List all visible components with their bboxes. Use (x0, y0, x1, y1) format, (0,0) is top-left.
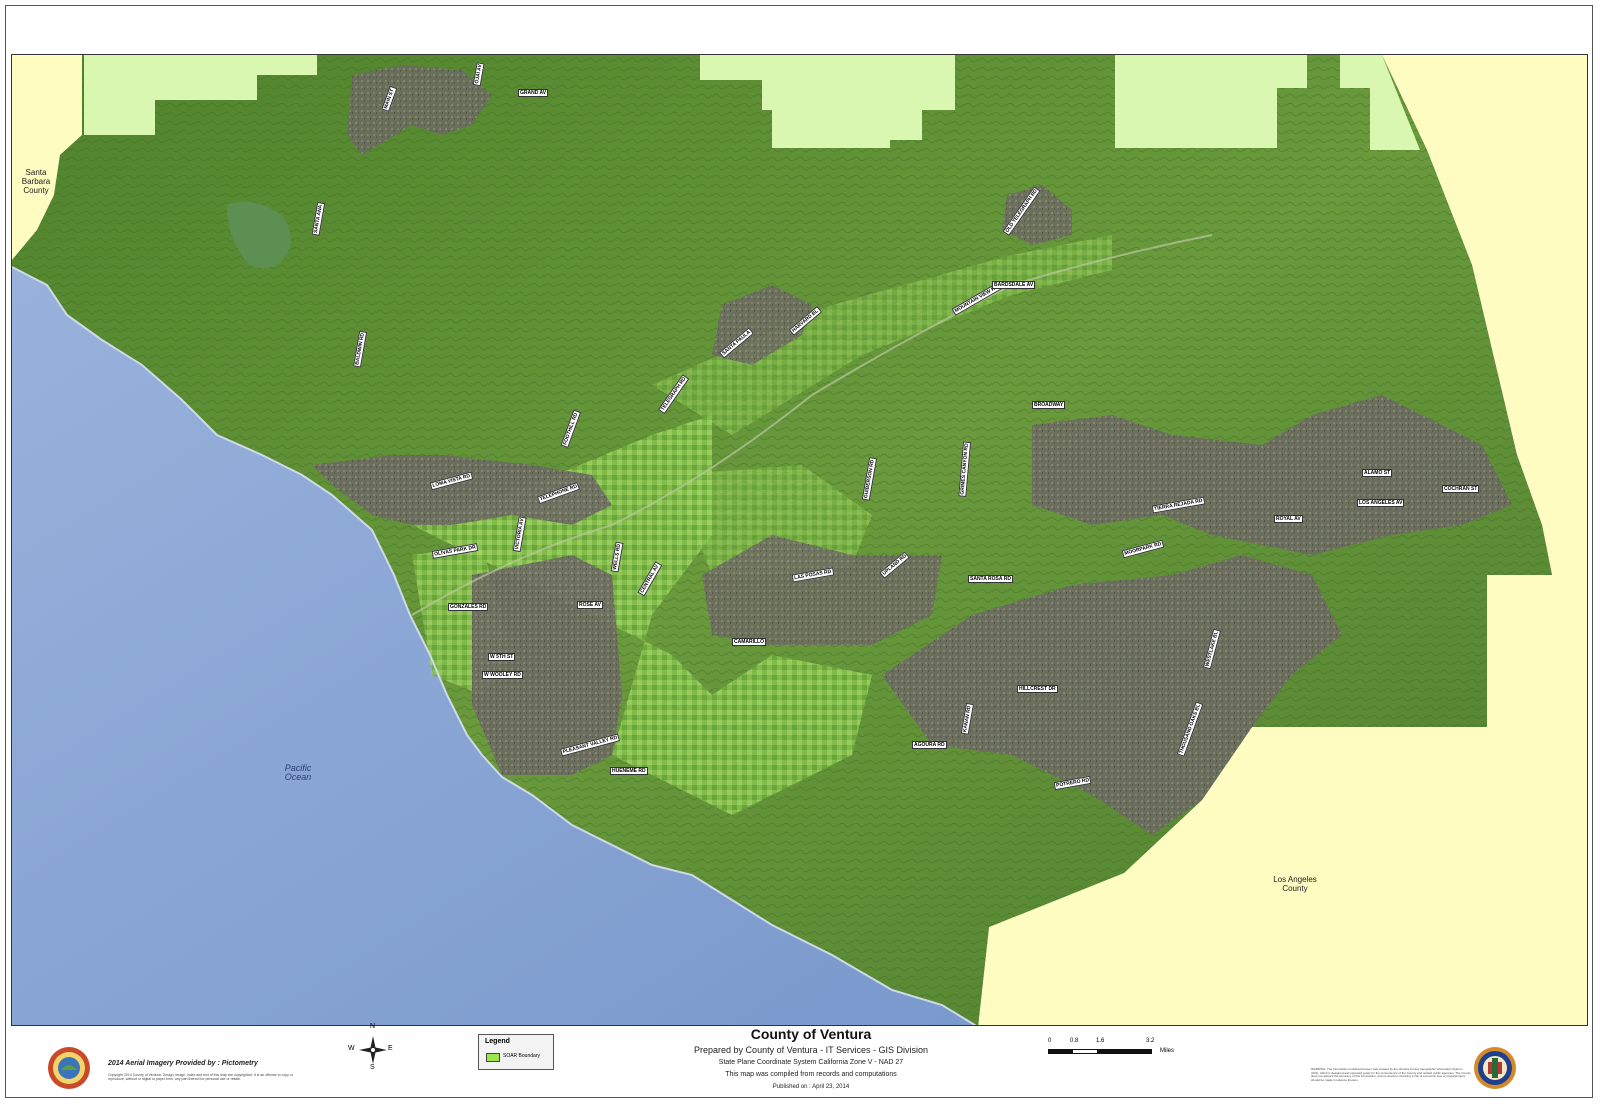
scale-unit: Miles (1160, 1048, 1175, 1054)
road-label: ROSE AV (577, 601, 603, 609)
road-label: COCHRAN ST (1442, 485, 1480, 493)
road-label: W WOOLEY RD (482, 671, 523, 679)
compass-east: E (388, 1045, 393, 1052)
prepared-by: Prepared by County of Ventura - IT Servi… (694, 1045, 928, 1055)
road-label: SANTA ROSA RD (968, 575, 1013, 583)
warning-text: WARNING: The information contained hereo… (1311, 1067, 1471, 1082)
county-seal-icon (1474, 1047, 1516, 1089)
road-label: BARDSDALE AV (992, 281, 1036, 289)
compass-rose-icon (359, 1036, 387, 1064)
road-label: LOS ANGELES AV (1357, 499, 1405, 507)
projection: State Plane Coordinate System California… (718, 1059, 904, 1066)
map-footer: 2014 Aerial Imagery Provided by : Pictom… (11, 1023, 1588, 1098)
road-label: ALAMO ST (1362, 469, 1393, 477)
compass-north: N (370, 1023, 376, 1030)
scale-label: 3.2 (1146, 1038, 1155, 1044)
gis-logo-icon (48, 1047, 90, 1089)
scale-label: 1.6 (1096, 1038, 1105, 1044)
soar-swatch (486, 1053, 500, 1062)
map-graphic (12, 55, 1587, 1025)
published-date: Published on : April 23, 2014 (772, 1084, 850, 1090)
compiled-note: This map was compiled from records and c… (725, 1071, 897, 1078)
road-label: HILLCREST DR (1017, 685, 1058, 693)
los-angeles-county-label: Los Angeles County (1273, 875, 1317, 893)
copyright-text: Copyright 2014 County of Ventura. Design… (108, 1073, 293, 1081)
road-label: HUENEME RD (610, 767, 648, 775)
road-label: GRAND AV (518, 89, 549, 97)
legend-box: Legend SOAR Boundary (478, 1034, 554, 1070)
scale-bar: 0 0.8 1.6 3.2 Miles (1048, 1038, 1198, 1068)
road-label: CAMARILLO (732, 638, 766, 646)
road-label: AGOURA RD (912, 741, 947, 749)
scale-label: 0.8 (1070, 1038, 1079, 1044)
legend-label: SOAR Boundary (503, 1053, 540, 1059)
compass-south: S (370, 1064, 375, 1071)
road-label: W 5TH ST (488, 653, 516, 661)
santa-barbara-county-label: Santa Barbara County (21, 168, 51, 195)
pacific-ocean-label: Pacific Ocean (284, 763, 312, 782)
road-label: ROYAL AV (1274, 515, 1303, 523)
imagery-credit: 2014 Aerial Imagery Provided by : Pictom… (108, 1060, 258, 1067)
road-label: BROADWAY (1032, 401, 1066, 409)
map-canvas[interactable]: Santa Barbara County Los Angeles County Pac… (11, 54, 1588, 1026)
scale-label: 0 (1048, 1038, 1052, 1044)
compass-west: W (348, 1045, 355, 1052)
legend-title: Legend (485, 1038, 510, 1045)
map-title: County of Ventura (750, 1026, 872, 1042)
road-label: GONZALES RD (448, 603, 489, 611)
